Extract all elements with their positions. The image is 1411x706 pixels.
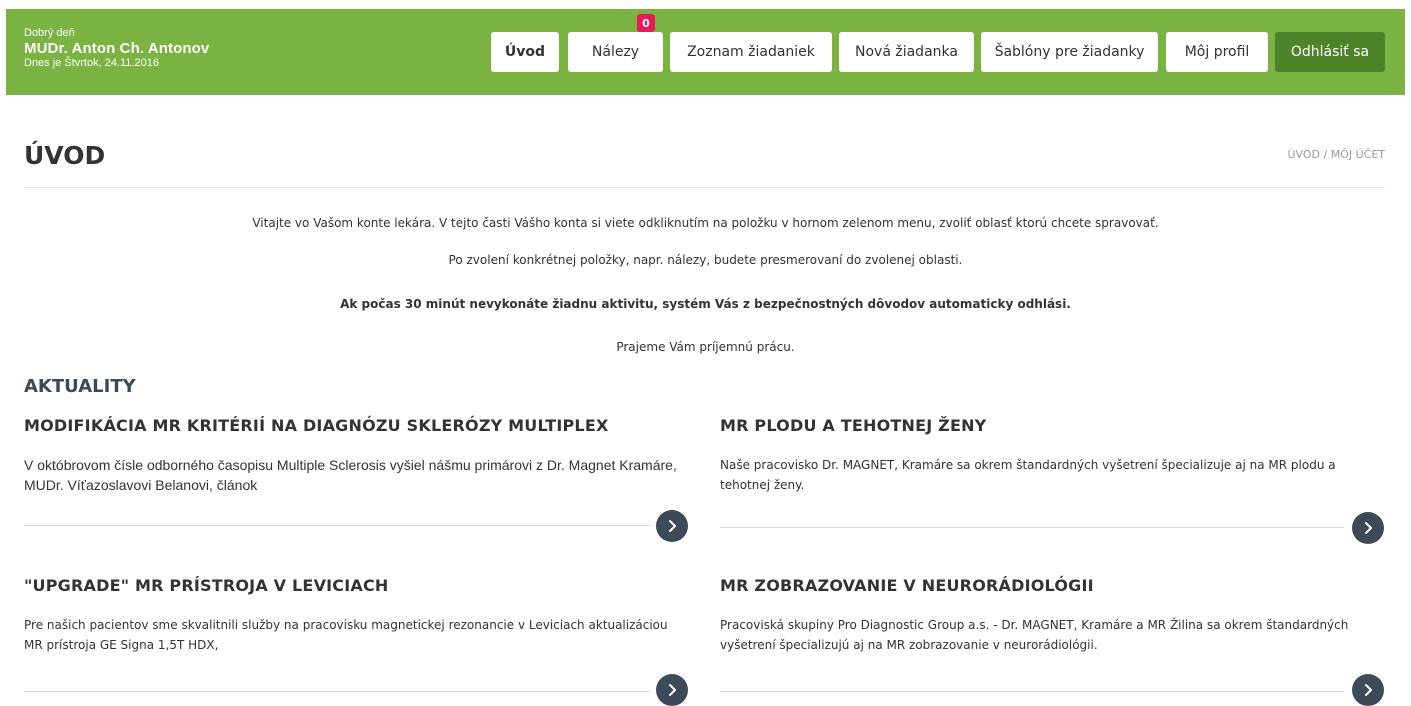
chevron-right-icon[interactable] xyxy=(656,510,688,542)
intro-text-1: Vitajte vo Vašom konte lekára. V tejto č… xyxy=(252,216,1159,230)
nav-moj-profil-button[interactable]: Môj profil xyxy=(1166,32,1268,72)
nav-nova-ziadanka-button[interactable]: Nová žiadanka xyxy=(839,32,974,72)
top-header: Dobrý deň MUDr. Anton Ch. Antonov Dnes j… xyxy=(6,9,1405,95)
title-divider xyxy=(24,187,1385,188)
news-item: MODIFIKÁCIA MR KRITÉRIÍ NA DIAGNÓZU SKLE… xyxy=(24,416,689,495)
page-title: ÚVOD xyxy=(24,141,106,170)
news-divider xyxy=(720,691,1344,692)
main-nav: Úvod Nálezy Zoznam žiadaniek Nová žiadan… xyxy=(6,32,1405,72)
news-section-title: AKTUALITY xyxy=(24,376,136,397)
nav-nalezy-button[interactable]: Nálezy xyxy=(568,32,663,72)
intro-text-4: Prajeme Vám príjemnú prácu. xyxy=(616,340,795,354)
chevron-right-icon[interactable] xyxy=(1352,674,1384,706)
news-text: V októbrovom čísle odborného časopisu Mu… xyxy=(24,457,677,493)
news-title[interactable]: "UPGRADE" MR PRÍSTROJA V LEVICIACH xyxy=(24,576,689,595)
chevron-right-icon[interactable] xyxy=(1352,512,1384,544)
news-text: Pracoviská skupiny Pro Diagnostic Group … xyxy=(720,618,1349,652)
nav-sablony-button[interactable]: Šablóny pre žiadanky xyxy=(981,32,1158,72)
logout-button[interactable]: Odhlásiť sa xyxy=(1275,32,1385,72)
news-divider xyxy=(24,691,650,692)
chevron-right-icon[interactable] xyxy=(656,674,688,706)
nav-zoznam-ziadaniek-button[interactable]: Zoznam žiadaniek xyxy=(670,32,832,72)
news-title[interactable]: MR ZOBRAZOVANIE V NEURORÁDIOLÓGII xyxy=(720,576,1385,595)
news-title[interactable]: MR PLODU A TEHOTNEJ ŽENY xyxy=(720,416,1385,435)
news-divider xyxy=(24,525,650,526)
news-title[interactable]: MODIFIKÁCIA MR KRITÉRIÍ NA DIAGNÓZU SKLE… xyxy=(24,416,689,435)
nalezy-count-badge: 0 xyxy=(637,14,655,32)
intro-text-warning: Ak počas 30 minút nevykonáte žiadnu akti… xyxy=(340,297,1071,311)
news-text: Pre našich pacientov sme skvalitnili slu… xyxy=(24,618,668,652)
news-item: "UPGRADE" MR PRÍSTROJA V LEVICIACH Pre n… xyxy=(24,576,689,655)
news-item: MR PLODU A TEHOTNEJ ŽENY Naše pracovisko… xyxy=(720,416,1385,495)
breadcrumb[interactable]: ÚVOD / MÔJ ÚČET xyxy=(1287,148,1385,161)
news-item: MR ZOBRAZOVANIE V NEURORÁDIOLÓGII Pracov… xyxy=(720,576,1385,655)
nav-uvod-button[interactable]: Úvod xyxy=(491,32,559,72)
news-divider xyxy=(720,527,1344,528)
intro-text-2: Po zvolení konkrétnej položky, napr. nál… xyxy=(448,253,963,267)
news-text: Naše pracovisko Dr. MAGNET, Kramáre sa o… xyxy=(720,458,1336,492)
